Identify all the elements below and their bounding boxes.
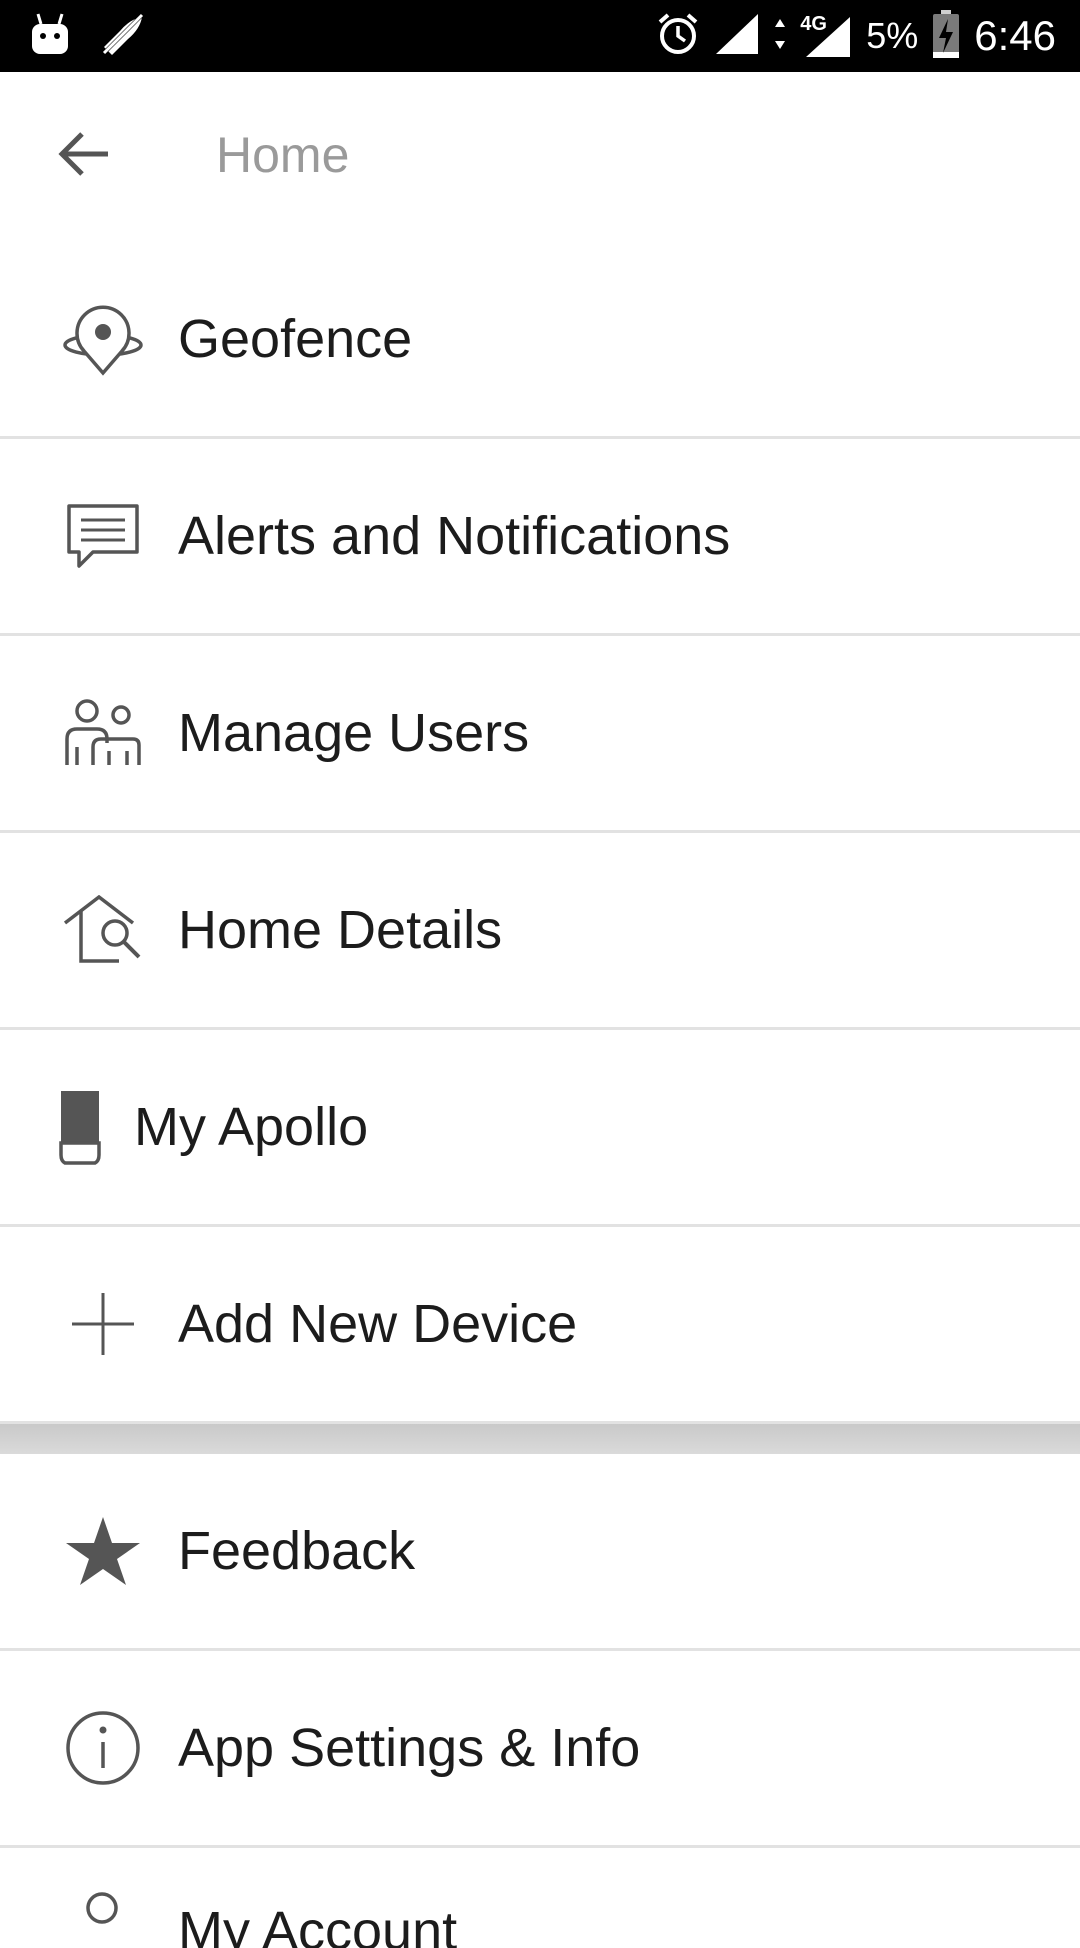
menu-item-label: Home Details [178,900,503,960]
menu-item-label: Add New Device [178,1294,578,1354]
user-icon [72,1888,132,1948]
menu-item-geofence[interactable]: Geofence [0,242,1080,439]
geofence-pin-icon [58,294,148,384]
menu-item-feedback[interactable]: Feedback [0,1454,1080,1651]
signal-4g-icon: 4G [800,13,852,59]
app-bar: Home [0,72,1080,242]
alarm-icon [656,12,700,61]
menu-item-label: My Apollo [134,1097,369,1157]
arrow-left-icon [58,131,110,182]
data-arrows-icon [774,17,786,56]
star-icon [58,1506,148,1596]
users-icon [58,688,148,778]
device-icon [50,1082,110,1172]
menu-item-my-account[interactable]: My Account [0,1848,1080,1948]
back-button[interactable] [44,116,124,196]
battery-percent: 5% [866,15,919,56]
page-title: Home [216,127,350,183]
menu-item-manage-users[interactable]: Manage Users [0,636,1080,833]
status-bar-right: 4G 5% 6:46 [656,8,1056,64]
menu-item-label: Feedback [178,1521,416,1581]
menu-item-label: My Account [178,1901,458,1948]
signal-icon [714,12,760,61]
no-location-icon [98,11,148,62]
menu-item-label: Manage Users [178,703,530,763]
home-search-icon [58,885,148,975]
menu-item-my-apollo[interactable]: My Apollo [0,1030,1080,1227]
menu-item-label: Alerts and Notifications [178,506,731,566]
info-icon [58,1703,148,1793]
android-icon [30,12,70,61]
menu-item-label: Geofence [178,309,413,369]
battery-charging-icon [932,9,960,64]
menu-item-home-details[interactable]: Home Details [0,833,1080,1030]
status-bar-left [30,10,148,62]
chat-bubble-icon [58,491,148,581]
status-time: 6:46 [974,12,1056,59]
section-divider [0,1424,1080,1454]
menu-item-label: App Settings & Info [178,1718,641,1778]
menu-item-app-settings[interactable]: App Settings & Info [0,1651,1080,1848]
menu-item-add-device[interactable]: Add New Device [0,1227,1080,1424]
menu-item-alerts[interactable]: Alerts and Notifications [0,439,1080,636]
plus-icon [58,1279,148,1369]
menu-list: Geofence Alerts and Notifications Manage… [0,242,1080,1948]
status-bar: 4G 5% 6:46 [0,0,1080,72]
